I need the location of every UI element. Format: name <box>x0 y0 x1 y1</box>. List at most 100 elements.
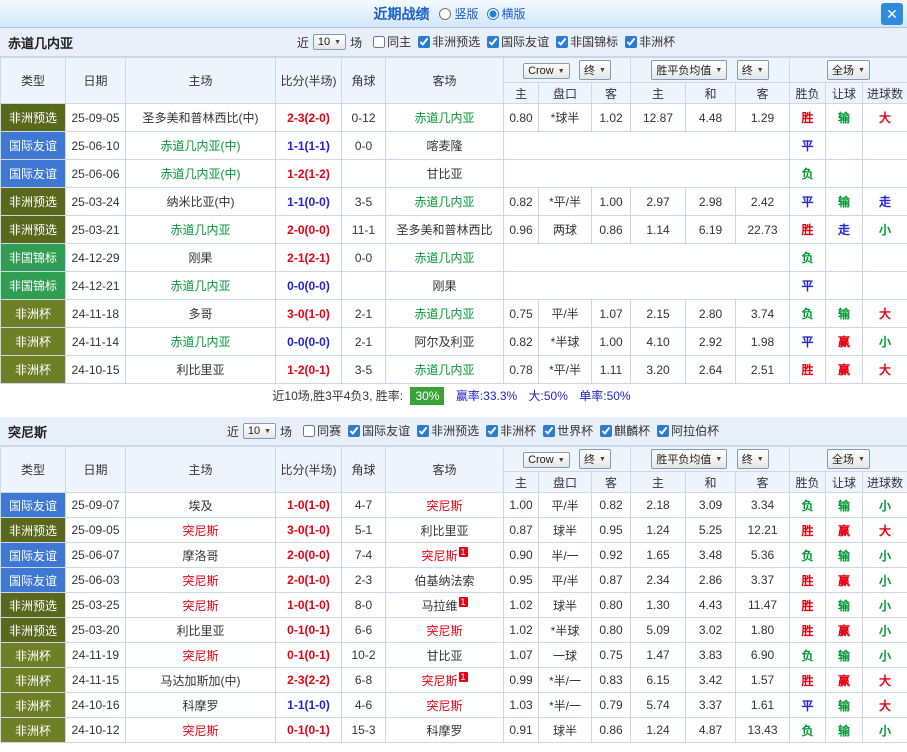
filter-checkbox[interactable] <box>487 35 500 48</box>
draw-odds-cell: 4.87 <box>685 717 737 743</box>
filter-checkbox[interactable] <box>556 35 569 48</box>
recent-count-select[interactable]: 10 ▼ <box>242 423 277 439</box>
close-icon: ✕ <box>886 5 898 22</box>
odds-company-select[interactable]: Crow ▼ <box>523 63 570 79</box>
home-team-cell: 利比里亚 <box>125 355 276 384</box>
handicap-cell: 球半 <box>538 517 592 543</box>
filter-checkbox[interactable] <box>543 424 556 437</box>
match-date-cell: 25-06-03 <box>65 567 126 593</box>
near-label: 近 <box>296 35 309 50</box>
home-team-cell: 摩洛哥 <box>125 542 276 568</box>
scope-select[interactable]: 全场 ▼ <box>827 449 870 469</box>
away-team-name: 突尼斯 <box>426 698 463 713</box>
filter-option[interactable]: 同赛 <box>296 422 341 439</box>
away-odds-cell: 0.87 <box>590 567 632 593</box>
games-suffix: 场 <box>280 424 293 439</box>
home-odds-cell: 0.90 <box>503 542 539 568</box>
filter-label: 世界杯 <box>557 424 594 439</box>
match-date-cell: 24-12-29 <box>65 243 126 272</box>
draw-odds-cell: 6.19 <box>685 215 737 244</box>
col-home: 主场 <box>125 57 276 104</box>
away-odds-cell: 0.83 <box>590 667 632 693</box>
filter-checkbox[interactable] <box>657 424 670 437</box>
goals-result-cell <box>862 271 907 300</box>
dialog-title: 近期战绩 <box>373 5 430 22</box>
filter-checkbox-group: 同赛 国际友谊 非洲预选 非洲杯 世界杯 麒麟杯 阿拉伯杯 <box>296 422 719 440</box>
filter-bar: 赤道几内亚 近 10 ▼ 场 同主 非洲预选 国际友谊 非国锦标 非洲杯 <box>0 28 907 57</box>
filter-option[interactable]: 非国锦标 <box>549 33 618 50</box>
filter-option[interactable]: 非洲杯 <box>479 422 536 439</box>
match-row: 非洲杯 24-11-18 多哥 3-0(1-0) 2-1 赤道几内亚 0.75 平/半 1.07… <box>0 299 907 328</box>
handicap-cell: *平/半 <box>538 355 592 384</box>
filter-checkbox[interactable] <box>600 424 613 437</box>
filter-checkbox[interactable] <box>486 424 499 437</box>
filter-option[interactable]: 阿拉伯杯 <box>650 422 719 439</box>
filter-label: 麒麟杯 <box>614 424 651 439</box>
col-corners: 角球 <box>341 446 386 493</box>
filter-checkbox[interactable] <box>373 35 386 48</box>
goals-result-cell <box>862 131 907 160</box>
filter-checkbox[interactable] <box>418 35 431 48</box>
team-name: 突尼斯 <box>8 424 48 440</box>
goals-result-cell: 小 <box>862 492 907 518</box>
filter-checkbox[interactable] <box>625 35 638 48</box>
draw-odds-cell: 4.48 <box>685 103 737 132</box>
away-odds-cell: 1.00 <box>590 327 632 356</box>
score-cell: 0-1(0-1) <box>275 642 342 668</box>
filter-option[interactable]: 麒麟杯 <box>593 422 650 439</box>
lose-odds-cell: 12.21 <box>735 517 791 543</box>
odds-time-select[interactable]: 终 ▼ <box>579 60 611 80</box>
away-team-cell: 赤道几内亚 <box>385 299 504 328</box>
horizontal-radio-input[interactable] <box>486 7 499 20</box>
filter-checkbox[interactable] <box>417 424 430 437</box>
away-team-name: 突尼斯 <box>421 673 458 688</box>
match-date-cell: 24-11-14 <box>65 327 126 356</box>
corners-cell: 6-6 <box>341 617 386 643</box>
lose-odds-cell: 22.73 <box>735 215 791 244</box>
filter-option[interactable]: 非洲预选 <box>410 422 479 439</box>
recent-count-select[interactable]: 10 ▼ <box>312 34 347 50</box>
away-team-name: 赤道几内亚 <box>414 111 475 125</box>
away-team-cell: 突尼斯 <box>385 492 504 518</box>
europe-time-select[interactable]: 终 ▼ <box>736 60 769 80</box>
odds-company-select[interactable]: Crow ▼ <box>523 452 570 468</box>
europe-odds-select[interactable]: 胜平负均值 ▼ <box>651 449 728 469</box>
handicap-result-cell: 输 <box>825 187 864 216</box>
vertical-radio-input[interactable] <box>439 7 452 20</box>
match-row: 国际友谊 25-06-07 摩洛哥 2-0(0-0) 7-4 突尼斯 1 0.90 半/一 0.9… <box>0 542 907 568</box>
filter-controls: 近 10 ▼ 场 同主 非洲预选 国际友谊 非国锦标 非洲杯 <box>295 33 677 51</box>
close-button[interactable]: ✕ <box>881 3 903 25</box>
filter-option[interactable]: 国际友谊 <box>480 33 549 50</box>
lose-odds-cell: 3.34 <box>735 492 791 518</box>
result-cell: 平 <box>789 187 827 216</box>
result-cell: 负 <box>789 159 827 188</box>
col-date: 日期 <box>65 446 126 493</box>
filter-label: 非洲杯 <box>639 35 676 50</box>
ah-win-rate: 赢率:33.3% <box>455 389 518 403</box>
filter-option[interactable]: 非洲预选 <box>411 33 480 50</box>
layout-vertical-radio[interactable]: 竖版 <box>439 5 479 22</box>
europe-time-select[interactable]: 终 ▼ <box>736 449 769 469</box>
match-row: 国际友谊 25-06-10 赤道几内亚(中) 1-1(1-1) 0-0 喀麦隆 平 <box>0 131 907 160</box>
score-cell: 0-1(0-1) <box>275 617 342 643</box>
filter-option[interactable]: 同主 <box>366 33 411 50</box>
filter-option[interactable]: 国际友谊 <box>341 422 410 439</box>
chevron-down-icon: ▼ <box>334 38 342 46</box>
win-odds-cell: 1.47 <box>630 642 687 668</box>
result-cell: 胜 <box>789 103 827 132</box>
score-cell: 3-0(1-0) <box>275 517 342 543</box>
filter-checkbox[interactable] <box>303 424 316 437</box>
filter-option[interactable]: 非洲杯 <box>618 33 675 50</box>
filter-checkbox[interactable] <box>348 424 361 437</box>
filter-option[interactable]: 世界杯 <box>536 422 593 439</box>
result-cell: 胜 <box>789 667 827 693</box>
odds-time-select[interactable]: 终 ▼ <box>579 449 611 469</box>
handicap-cell: 球半 <box>538 717 592 743</box>
scope-select[interactable]: 全场 ▼ <box>827 60 870 80</box>
handicap-result-cell: 输 <box>825 692 864 718</box>
europe-odds-header: 胜平负均值 ▼ 终 ▼ <box>630 57 791 83</box>
layout-horizontal-radio[interactable]: 横版 <box>486 5 526 22</box>
filter-bar: 突尼斯 近 10 ▼ 场 同赛 国际友谊 非洲预选 非洲杯 世界杯 麒麟杯 阿拉伯杯 <box>0 417 907 446</box>
away-team-name: 利比里亚 <box>420 523 469 538</box>
europe-odds-select[interactable]: 胜平负均值 ▼ <box>651 60 728 80</box>
